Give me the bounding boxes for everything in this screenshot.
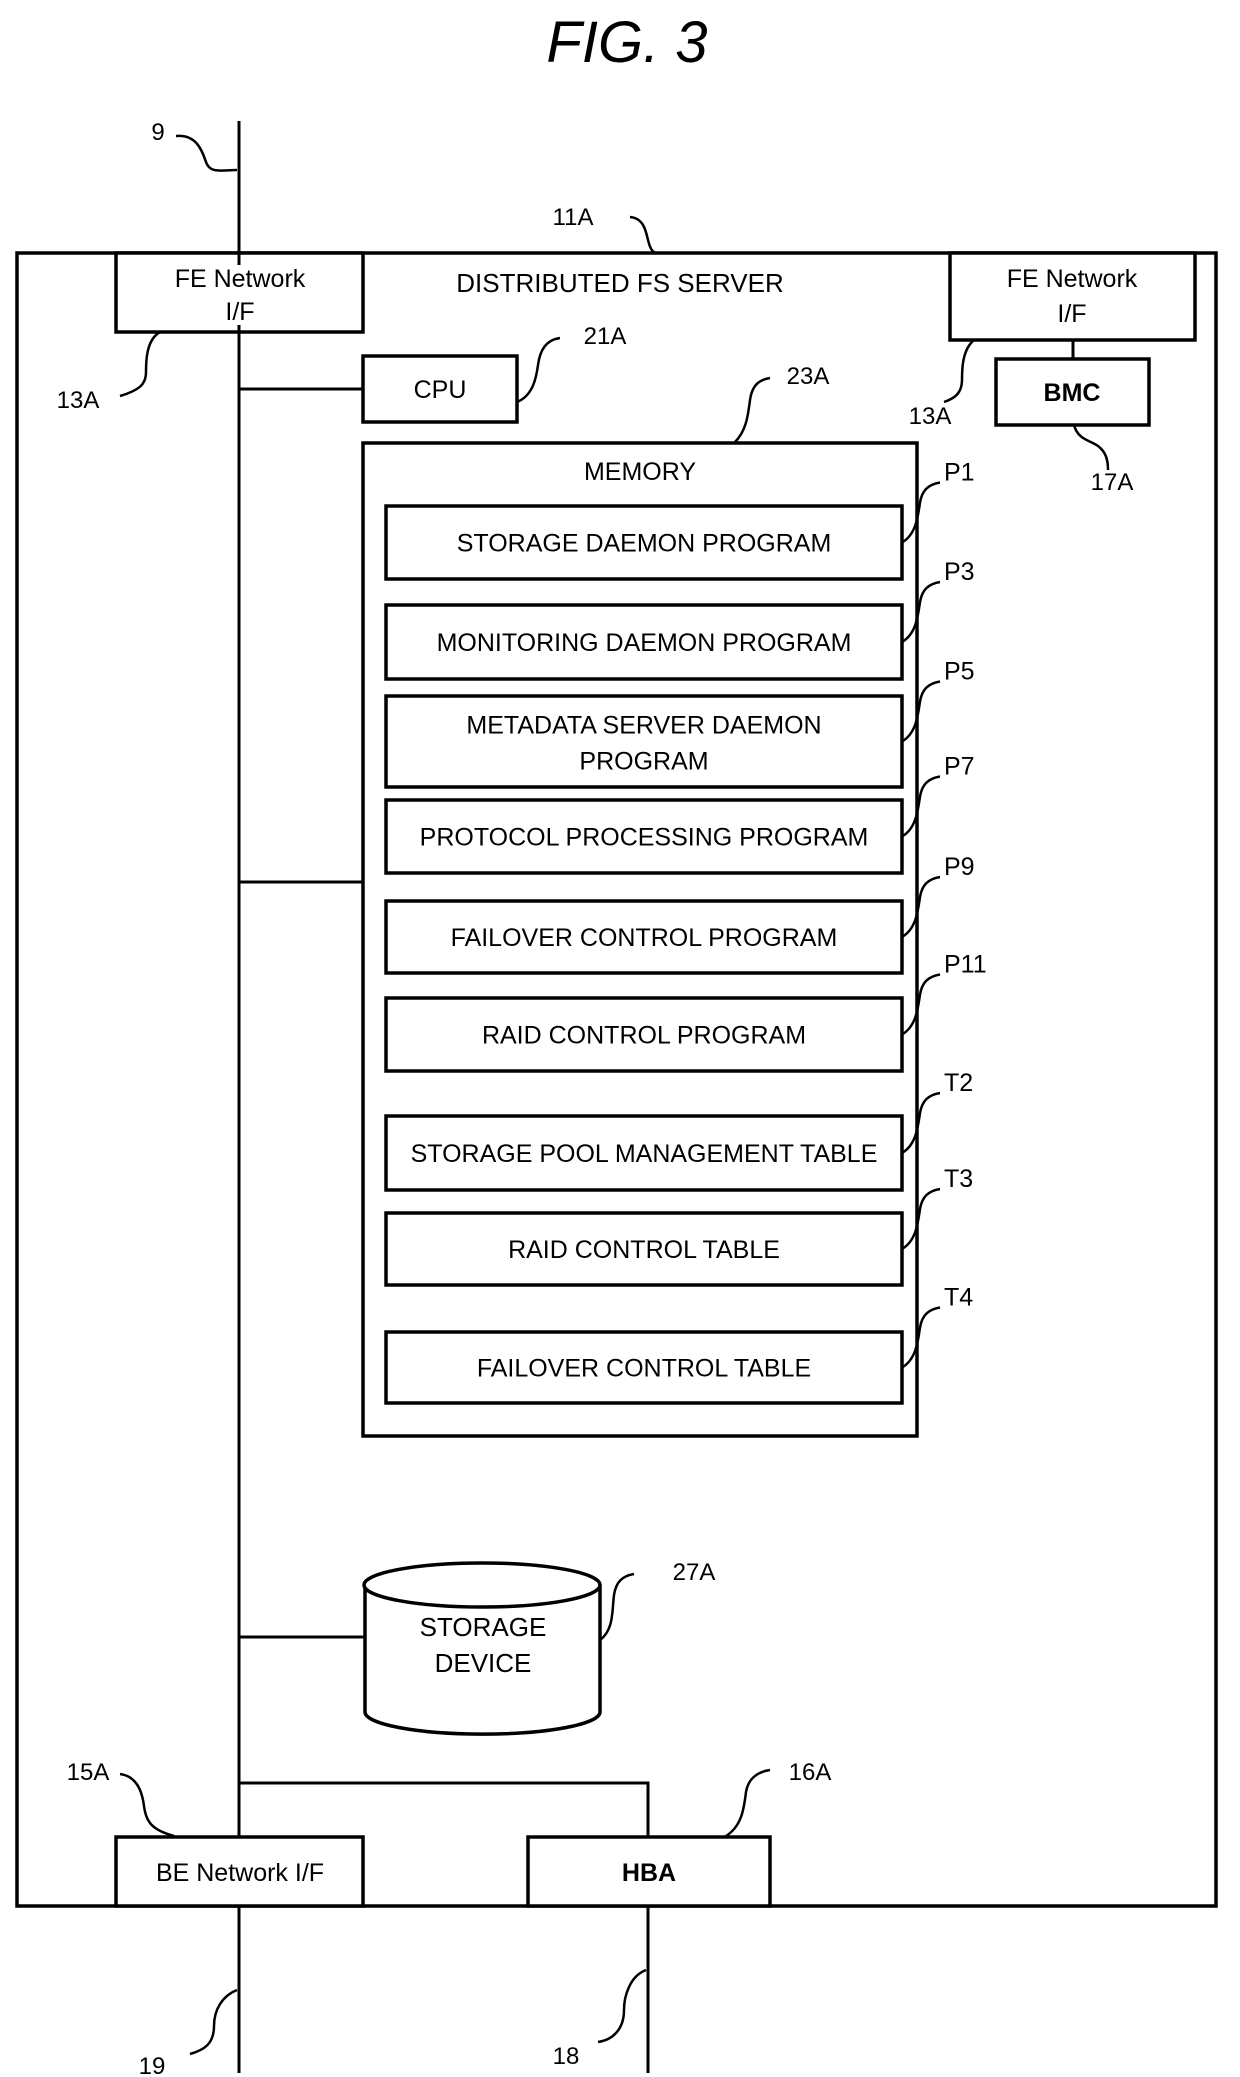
- leader-19: [189, 1988, 238, 2056]
- memory-item-label: FAILOVER CONTROL PROGRAM: [451, 924, 838, 952]
- leader-17a: [1072, 424, 1110, 471]
- memory-item-ref: T4: [944, 1284, 973, 1312]
- memory-item-label: RAID CONTROL TABLE: [508, 1236, 780, 1264]
- memory-item-ref: T3: [944, 1165, 973, 1193]
- memory-item-ref: P1: [944, 459, 975, 487]
- ref-27a: 27A: [673, 1559, 716, 1586]
- ref-15a: 15A: [67, 1759, 110, 1786]
- storage-device-line2: DEVICE: [435, 1648, 532, 1678]
- ref-16a: 16A: [789, 1759, 832, 1786]
- fe-nif-left-line2: I/F: [225, 298, 254, 326]
- ref-11a: 11A: [553, 204, 594, 231]
- ref-18: 18: [553, 2043, 580, 2070]
- memory-item-label: MONITORING DAEMON PROGRAM: [437, 629, 852, 657]
- memory-item-label: RAID CONTROL PROGRAM: [482, 1022, 806, 1050]
- leader-13a-right: [943, 339, 975, 404]
- leader-27a: [599, 1572, 635, 1642]
- memory-item-label: METADATA SERVER DAEMON: [466, 712, 821, 740]
- fe-nif-right-line1: FE Network: [1007, 265, 1138, 293]
- cpu-label: CPU: [414, 376, 467, 404]
- memory-label: MEMORY: [584, 458, 696, 486]
- ref-network-9: 9: [151, 119, 164, 146]
- leader-21a: [516, 336, 561, 404]
- be-nif-label: BE Network I/F: [156, 1859, 324, 1887]
- storage-device-line1: STORAGE: [420, 1612, 547, 1642]
- leader-13a-left: [119, 330, 161, 398]
- memory-item-label: PROTOCOL PROCESSING PROGRAM: [420, 824, 869, 852]
- server-label: DISTRIBUTED FS SERVER: [456, 268, 783, 298]
- fe-nif-right-line2: I/F: [1057, 300, 1086, 328]
- memory-item-label: STORAGE DAEMON PROGRAM: [457, 530, 832, 558]
- leader-11a: [629, 215, 657, 255]
- hba-label: HBA: [622, 1859, 676, 1887]
- leader-16a: [725, 1768, 771, 1838]
- ref-21a: 21A: [584, 323, 627, 350]
- leader-18: [597, 1968, 647, 2044]
- memory-item-label: STORAGE POOL MANAGEMENT TABLE: [411, 1140, 878, 1168]
- figure-title: FIG. 3: [546, 10, 707, 75]
- memory-item-ref: P7: [944, 753, 975, 781]
- fe-nif-left-line1: FE Network: [175, 265, 306, 293]
- bmc-label: BMC: [1044, 379, 1101, 407]
- leader-15a: [119, 1772, 175, 1838]
- bus-hba-link: [239, 1781, 650, 1837]
- fig3-diagram: FIG. 3 9 DISTRIBUTED FS SERVER 11A FE Ne…: [15, 10, 1218, 2077]
- storage-device-top: [362, 1561, 602, 1609]
- memory-item-ref: P11: [944, 951, 987, 979]
- memory-item-ref: P5: [944, 658, 975, 686]
- ref-23a: 23A: [787, 363, 830, 390]
- memory-item-label: FAILOVER CONTROL TABLE: [477, 1355, 811, 1383]
- memory-item-ref: T2: [944, 1069, 973, 1097]
- leader-9: [175, 134, 238, 172]
- ref-13a-left: 13A: [57, 387, 100, 414]
- ref-17a: 17A: [1091, 469, 1134, 496]
- ref-13a-right: 13A: [909, 403, 952, 430]
- memory-item-label-line2: PROGRAM: [579, 748, 708, 776]
- ref-19: 19: [139, 2053, 166, 2077]
- memory-item-ref: P9: [944, 853, 975, 881]
- memory-item-ref: P3: [944, 558, 975, 586]
- leader-23a: [733, 376, 771, 444]
